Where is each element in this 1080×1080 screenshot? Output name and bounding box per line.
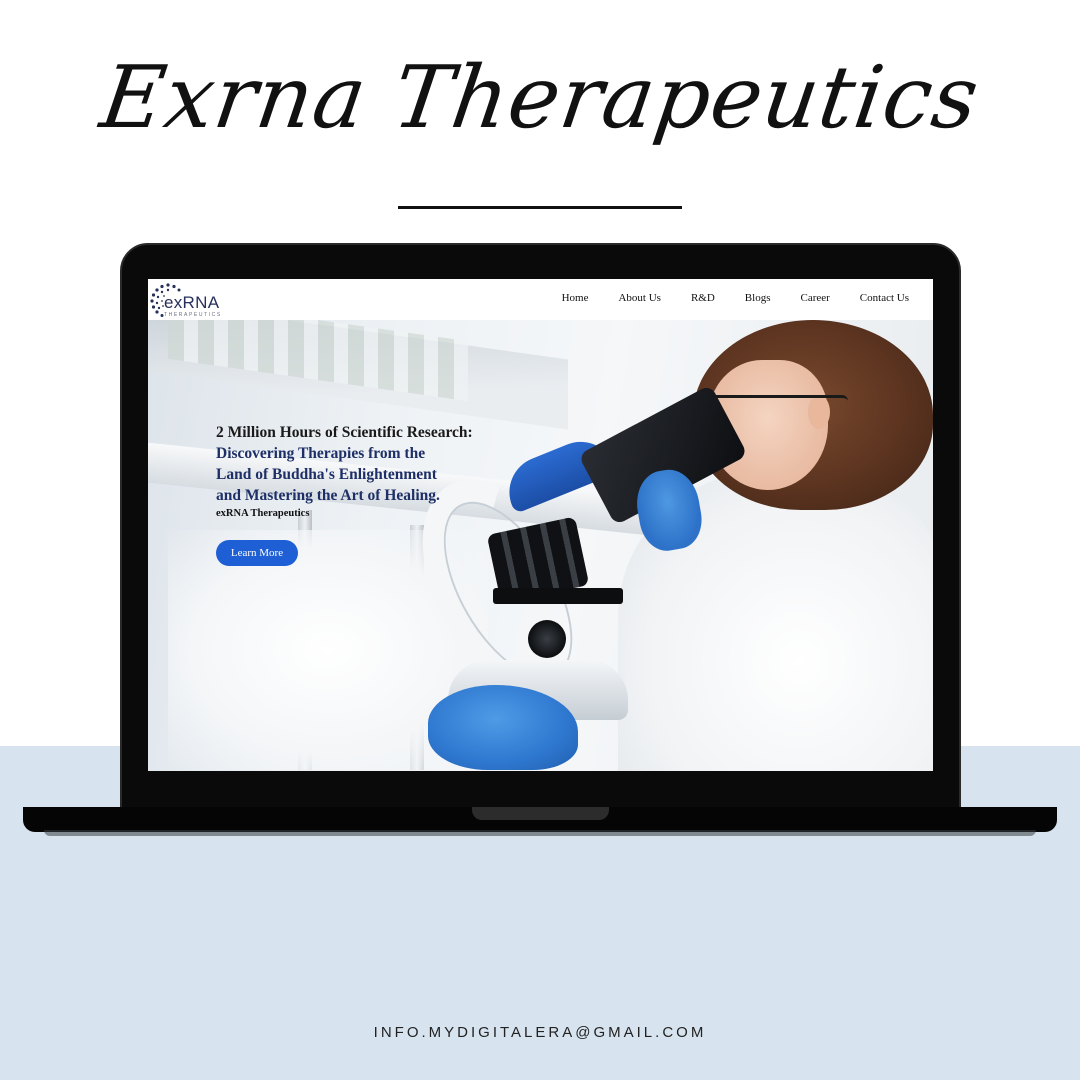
nav-item-home[interactable]: Home [562,292,589,304]
laptop-notch [472,807,609,820]
scientist-glasses [708,395,848,421]
hero-subheadline-line: Discovering Therapies from the [216,445,426,462]
nav-links: Home About Us R&D Blogs Career Contact U… [532,292,909,304]
logo-subtext: THERAPEUTICS [164,312,222,318]
learn-more-button[interactable]: Learn More [216,540,298,566]
nav-item-blogs[interactable]: Blogs [745,292,771,304]
hero-subheadline-line: and Mastering the Art of Healing. [216,487,440,504]
logo-text: exRNA [164,293,220,312]
site-logo[interactable]: exRNA THERAPEUTICS [148,281,238,319]
microscope-knob [528,620,566,658]
hero-subheadline-line: Land of Buddha's Enlightenment [216,466,437,483]
laptop-screen: exRNA THERAPEUTICS Home About Us R&D Blo… [148,279,933,771]
hero-brand-name: exRNA Therapeutics [216,508,310,519]
nav-item-about-us[interactable]: About Us [618,292,660,304]
hero-text-block: 2 Million Hours of Scientific Research: … [216,423,546,521]
nav-item-r-and-d[interactable]: R&D [691,292,715,304]
page-title: Exrna Therapeutics [94,48,986,148]
site-navbar: exRNA THERAPEUTICS Home About Us R&D Blo… [148,279,933,320]
contact-email[interactable]: INFO.MYDIGITALERA@GMAIL.COM [0,1024,1080,1041]
nav-item-career[interactable]: Career [800,292,829,304]
hero-headline: 2 Million Hours of Scientific Research: [216,424,473,441]
laptop-base-shadow [44,830,1036,836]
title-divider [398,206,682,209]
hero-section: 2 Million Hours of Scientific Research: … [148,320,933,771]
nav-item-contact-us[interactable]: Contact Us [860,292,909,304]
microscope-stage [493,588,623,604]
